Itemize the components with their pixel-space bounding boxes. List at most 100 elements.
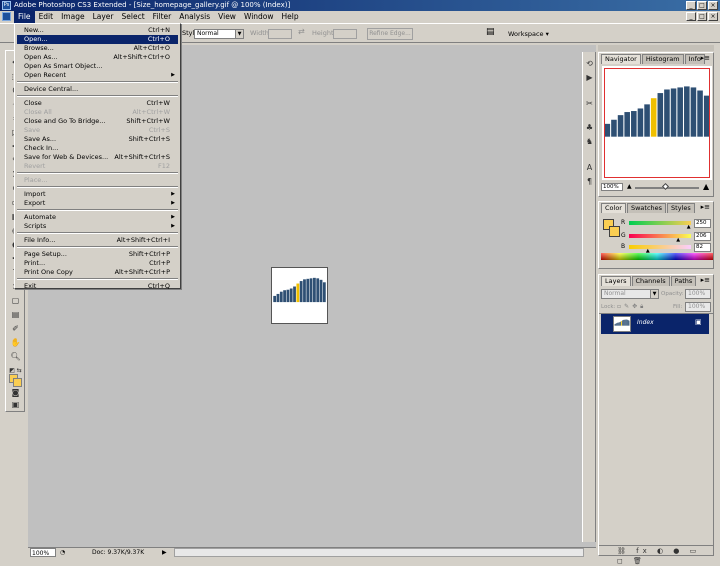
green-value-input[interactable]: 206 <box>694 232 711 241</box>
history-icon[interactable]: ⟲ <box>584 58 595 69</box>
navigator-preview[interactable] <box>602 66 712 180</box>
menu-item-page-setup[interactable]: Page Setup... Shift+Ctrl+P <box>17 250 178 259</box>
menu-file[interactable]: File <box>14 11 35 23</box>
panel-menu-icon[interactable]: ▸≡ <box>701 54 710 62</box>
workspace-button[interactable]: Workspace ▾ <box>508 28 549 40</box>
tab-navigator[interactable]: Navigator <box>601 54 641 64</box>
doc-minimize-button[interactable]: _ <box>686 12 696 21</box>
menu-item-browse[interactable]: Browse... Alt+Ctrl+O <box>17 44 178 53</box>
actions-icon[interactable]: ▶ <box>584 72 595 83</box>
lock-icons[interactable]: ▫✎✥🔒︎ <box>617 303 646 311</box>
eyedropper-tool-icon[interactable]: ✐ <box>9 323 22 334</box>
red-slider[interactable] <box>629 221 691 225</box>
red-value-input[interactable]: 250 <box>694 219 711 228</box>
minimize-button[interactable]: _ <box>686 1 696 10</box>
notes-tool-icon[interactable]: ▤ <box>9 309 22 320</box>
blue-slider[interactable] <box>629 245 691 249</box>
menu-item-place[interactable]: Place... <box>17 176 178 185</box>
menu-item-scripts[interactable]: Scripts ▶ <box>17 222 178 231</box>
menu-edit[interactable]: Edit <box>35 11 58 23</box>
menu-item-device-central[interactable]: Device Central... <box>17 85 178 94</box>
menu-view[interactable]: View <box>214 11 240 23</box>
menu-item-save[interactable]: Save Ctrl+S <box>17 126 178 135</box>
refine-edge-button[interactable]: Refine Edge... <box>367 28 413 40</box>
status-menu-arrow-icon[interactable]: ▶ <box>162 548 167 557</box>
view-box[interactable] <box>604 68 710 178</box>
tab-channels[interactable]: Channels <box>631 276 670 286</box>
width-input[interactable] <box>268 29 292 39</box>
blue-value-input[interactable]: 82 <box>694 243 711 252</box>
height-input[interactable] <box>333 29 357 39</box>
layer-name: Index <box>637 319 654 326</box>
menu-item-exit[interactable]: Exit Ctrl+Q <box>17 282 178 291</box>
green-slider[interactable] <box>629 234 691 238</box>
menu-item-new[interactable]: New... Ctrl+N <box>17 26 178 35</box>
close-button[interactable]: × <box>708 1 718 10</box>
quick-mask-icon[interactable]: ◙ <box>9 387 22 398</box>
menu-item-open-as-smart-object[interactable]: Open As Smart Object... <box>17 62 178 71</box>
zoom-in-icon[interactable]: ▲ <box>703 182 709 191</box>
tab-swatches[interactable]: Swatches <box>626 203 667 213</box>
document-image[interactable] <box>271 267 328 324</box>
tab-layers[interactable]: Layers <box>601 276 631 286</box>
menu-item-close-all[interactable]: Close All Alt+Ctrl+W <box>17 108 178 117</box>
character-icon[interactable]: A <box>584 162 595 173</box>
status-zoom-field[interactable]: 100% <box>30 548 56 557</box>
layers-footer-icons[interactable]: ⛓ fx ◐ ● ▭ ◻ 🗑 <box>599 545 713 565</box>
menu-select[interactable]: Select <box>118 11 149 23</box>
opacity-input[interactable]: 100% <box>685 289 711 299</box>
menu-item-file-info[interactable]: File Info... Alt+Shift+Ctrl+I <box>17 236 178 245</box>
brushes-icon[interactable]: ♣ <box>584 122 595 133</box>
menu-layer[interactable]: Layer <box>89 11 118 23</box>
menu-item-revert[interactable]: Revert F12 <box>17 162 178 171</box>
menu-item-close-and-go-to-bridge[interactable]: Close and Go To Bridge... Shift+Ctrl+W <box>17 117 178 126</box>
panel-menu-icon[interactable]: ▸≡ <box>701 203 710 211</box>
menu-item-save-as[interactable]: Save As... Shift+Ctrl+S <box>17 135 178 144</box>
tab-color[interactable]: Color <box>601 203 626 213</box>
menu-window[interactable]: Window <box>240 11 278 23</box>
screen-mode-icon[interactable]: ▣ <box>9 399 22 410</box>
fill-input[interactable]: 100% <box>685 302 711 312</box>
shape-tool-icon[interactable]: ▢ <box>9 295 22 306</box>
background-color-box[interactable] <box>609 226 620 237</box>
navigator-zoom-input[interactable]: 100% <box>601 183 623 191</box>
zoom-tool-icon[interactable]: 🔍︎ <box>9 351 22 362</box>
color-spectrum-bar[interactable] <box>601 253 713 260</box>
menu-image[interactable]: Image <box>57 11 89 23</box>
swap-icon[interactable]: ⇄ <box>298 27 305 36</box>
menu-analysis[interactable]: Analysis <box>175 11 214 23</box>
status-icon[interactable]: ◔ <box>60 548 65 557</box>
doc-restore-button[interactable]: □ <box>697 12 707 21</box>
menu-item-save-for-web-devices[interactable]: Save for Web & Devices... Alt+Shift+Ctrl+… <box>17 153 178 162</box>
menu-item-open-recent[interactable]: Open Recent ▶ <box>17 71 178 80</box>
menu-item-export[interactable]: Export ▶ <box>17 199 178 208</box>
panel-menu-icon[interactable]: ▸≡ <box>701 276 710 284</box>
horizontal-scrollbar[interactable] <box>174 548 584 557</box>
doc-close-button[interactable]: × <box>708 12 718 21</box>
foreground-color-swatch[interactable] <box>9 373 22 387</box>
tab-histogram[interactable]: Histogram <box>641 54 684 64</box>
tool-presets-icon[interactable]: ✂ <box>584 98 595 109</box>
clone-source-icon[interactable]: ♞ <box>584 136 595 147</box>
tab-styles[interactable]: Styles <box>667 203 695 213</box>
hand-tool-icon[interactable]: ✋ <box>9 337 22 348</box>
blend-mode-select[interactable]: Normal ▼ <box>601 289 659 299</box>
menu-item-open-as[interactable]: Open As... Alt+Shift+Ctrl+O <box>17 53 178 62</box>
red-slider-marker[interactable]: ▲ <box>687 224 691 230</box>
panel-dock-header[interactable] <box>598 45 714 51</box>
style-select[interactable]: Normal ▼ <box>194 29 244 39</box>
menu-item-print[interactable]: Print... Ctrl+P <box>17 259 178 268</box>
menu-filter[interactable]: Filter <box>149 11 176 23</box>
tab-paths[interactable]: Paths <box>670 276 697 286</box>
menu-item-automate[interactable]: Automate ▶ <box>17 213 178 222</box>
layer-row-index[interactable]: Index ▣ <box>601 314 709 334</box>
zoom-out-icon[interactable]: ▲ <box>627 183 632 190</box>
menu-item-print-one-copy[interactable]: Print One Copy Alt+Shift+Ctrl+P <box>17 268 178 277</box>
menu-item-check-in[interactable]: Check In... <box>17 144 178 153</box>
menu-help[interactable]: Help <box>278 11 303 23</box>
menu-item-open[interactable]: Open... Ctrl+O <box>17 35 178 44</box>
menu-item-import[interactable]: Import ▶ <box>17 190 178 199</box>
paragraph-icon[interactable]: ¶ <box>584 176 595 187</box>
menu-item-close[interactable]: Close Ctrl+W <box>17 99 178 108</box>
maximize-button[interactable]: □ <box>697 1 707 10</box>
